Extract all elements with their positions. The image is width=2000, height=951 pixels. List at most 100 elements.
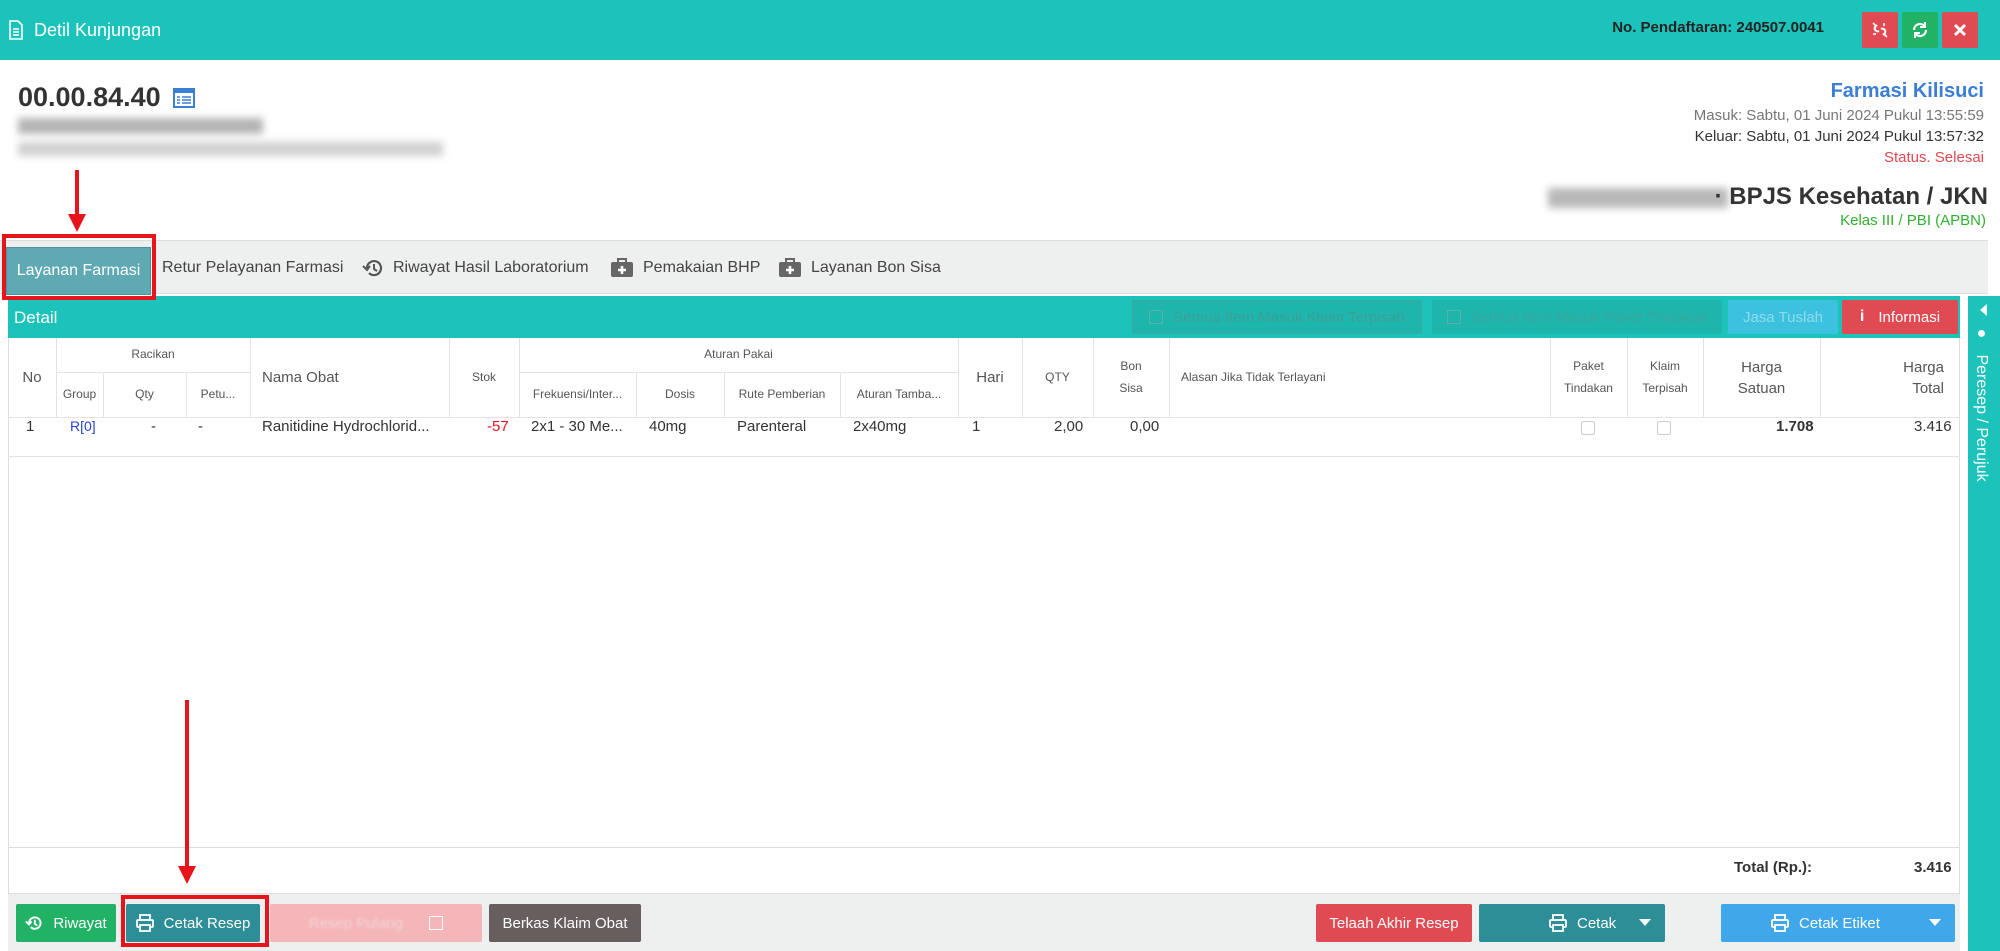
- cell-no: 1: [26, 418, 35, 435]
- caret-left-icon[interactable]: [1979, 304, 1989, 316]
- tab-retur-pelayanan-farmasi[interactable]: Retur Pelayanan Farmasi: [162, 241, 343, 294]
- side-label-text: Peresep / Perujuk: [1973, 354, 1990, 482]
- col-header-qty-racikan: Qty: [135, 387, 154, 402]
- registration-number: No. Pendaftaran: 240507.0041: [1612, 19, 1824, 36]
- resep-pulang-checkbox[interactable]: [429, 916, 444, 930]
- header-line: Total: [1912, 380, 1944, 397]
- annotation-highlight-cetak-resep: [121, 895, 269, 947]
- history-icon: [25, 916, 42, 930]
- header-line: Paket: [1573, 359, 1604, 374]
- klaim-terpisah-checkbox[interactable]: [1657, 421, 1671, 435]
- klaim-terpisah-all-button[interactable]: Semua Item Masuk Klaim Terpisah: [1132, 300, 1422, 334]
- insurance-class: Kelas III / PBI (APBN): [1840, 212, 1986, 229]
- header-line: Harga: [1741, 358, 1782, 376]
- printer-icon: [1771, 914, 1789, 932]
- header-line: Terpisah: [1642, 381, 1688, 395]
- unit-name: Farmasi Kilisuci: [1830, 80, 1984, 102]
- cell-petunjuk: -: [198, 418, 203, 435]
- col-header-bon-sisa: Bon Sisa: [1093, 338, 1169, 418]
- col-header-hari: Hari: [976, 369, 1004, 387]
- window-title: Detil Kunjungan: [34, 19, 162, 40]
- col-header-alasan: Alasan Jika Tidak Terlayani: [1181, 370, 1326, 385]
- medkit-icon: [611, 257, 633, 277]
- masuk-time: Masuk: Sabtu, 01 Juni 2024 Pukul 13:55:5…: [1693, 107, 1984, 124]
- patient-id: 00.00.84.40: [18, 82, 195, 113]
- insurance-name: · BPJS Kesehatan / JKN: [1714, 183, 1988, 210]
- user-md-icon: ●: [1973, 325, 1990, 342]
- cell-harga-satuan: 1.708: [1776, 418, 1814, 435]
- detail-header: Detail Semua Item Masuk Klaim Terpisah S…: [8, 296, 1960, 338]
- annotation-arrow-icon: [178, 700, 196, 884]
- paket-tindakan-all-button[interactable]: Semua Item Masuk Paket Tindakan: [1432, 300, 1722, 334]
- col-header-group: Group: [62, 387, 97, 402]
- col-header-rute: Rute Pemberian: [738, 387, 826, 402]
- caret-down-icon[interactable]: [1929, 919, 1941, 927]
- informasi-button[interactable]: i Informasi: [1842, 300, 1958, 334]
- total-row: [8, 848, 1960, 894]
- col-header-nama-obat: Nama Obat: [262, 369, 339, 387]
- tab-pemakaian-bhp[interactable]: Pemakaian BHP: [610, 241, 760, 294]
- klaim-all-checkbox[interactable]: [1149, 310, 1164, 324]
- cell-frekuensi: 2x1 - 30 Me...: [531, 418, 623, 435]
- riwayat-label: Riwayat: [53, 914, 107, 932]
- header-line: Tindakan: [1564, 381, 1613, 395]
- telaah-akhir-resep-button[interactable]: Telaah Akhir Resep: [1316, 904, 1472, 942]
- cell-hari: 1: [972, 418, 981, 435]
- col-header-petunjuk: Petu...: [200, 387, 236, 402]
- cetak-etiket-dropdown-button[interactable]: Cetak Etiket: [1721, 904, 1955, 942]
- resep-pulang-label: Resep Pulang: [308, 914, 404, 932]
- resep-pulang-button[interactable]: Resep Pulang: [270, 904, 482, 942]
- col-header-aturan-pakai: Aturan Pakai: [704, 347, 773, 362]
- unlink-button[interactable]: [1862, 12, 1898, 48]
- berkas-klaim-obat-button[interactable]: Berkas Klaim Obat: [489, 904, 641, 942]
- cetak-dropdown-button[interactable]: Cetak: [1479, 904, 1665, 942]
- header-line: Bon: [1120, 359, 1142, 374]
- patient-list-icon[interactable]: [172, 87, 195, 108]
- jasa-tuslah-label: Jasa Tuslah: [1742, 308, 1824, 326]
- col-header-dosis: Dosis: [664, 387, 695, 402]
- cell-dosis: 40mg: [649, 418, 687, 435]
- tab-label: Retur Pelayanan Farmasi: [162, 258, 344, 276]
- tab-layanan-bon-sisa[interactable]: Layanan Bon Sisa: [778, 241, 941, 294]
- window-titlebar: Detil Kunjungan No. Pendaftaran: 240507.…: [0, 0, 2000, 60]
- klaim-all-label: Semua Item Masuk Klaim Terpisah: [1173, 308, 1405, 326]
- tab-riwayat-hasil-laboratorium[interactable]: Riwayat Hasil Laboratorium: [362, 241, 589, 294]
- cell-stok: -57: [487, 418, 509, 435]
- annotation-highlight-tab: [2, 234, 156, 300]
- info-icon: i: [1859, 308, 1865, 325]
- patient-address-redacted: [18, 142, 443, 156]
- refresh-button[interactable]: [1902, 12, 1938, 48]
- col-header-aturan-tambahan: Aturan Tamba...: [856, 387, 942, 402]
- total-label: Total (Rp.):: [1734, 859, 1813, 876]
- paket-all-checkbox[interactable]: [1446, 310, 1461, 324]
- col-header-no: No: [22, 369, 42, 387]
- cell-nama-obat: Ranitidine Hydrochlorid...: [262, 418, 430, 435]
- patient-id-text: 00.00.84.40: [18, 82, 161, 112]
- cell-group[interactable]: R[0]: [70, 418, 96, 434]
- unlink-icon: [1872, 22, 1888, 38]
- cell-rute: Parenteral: [737, 418, 807, 435]
- document-icon: [9, 20, 23, 40]
- cetak-label: Cetak: [1577, 914, 1617, 932]
- header-line: Klaim: [1649, 359, 1680, 374]
- col-header-frekuensi: Frekuensi/Inter...: [532, 387, 623, 402]
- refresh-icon: [1912, 22, 1928, 38]
- jasa-tuslah-button[interactable]: Jasa Tuslah: [1728, 300, 1838, 334]
- berkas-klaim-label: Berkas Klaim Obat: [502, 914, 628, 932]
- annotation-arrow-icon: [68, 170, 86, 232]
- caret-down-icon[interactable]: [1639, 919, 1651, 927]
- riwayat-button[interactable]: Riwayat: [16, 904, 116, 942]
- visit-info: Farmasi Kilisuci Masuk: Sabtu, 01 Juni 2…: [1694, 80, 1984, 166]
- col-header-harga-total: Harga Total: [1820, 338, 1956, 418]
- cell-qty: 2,00: [1054, 418, 1084, 435]
- cell-aturan-tambahan: 2x40mg: [853, 418, 907, 435]
- row-divider: [8, 456, 1960, 457]
- col-header-stok: Stok: [471, 370, 496, 385]
- col-header-paket-tindakan: Paket Tindakan: [1550, 338, 1627, 418]
- close-button[interactable]: [1942, 12, 1978, 48]
- total-value: 3.416: [1914, 859, 1952, 876]
- keluar-time: Keluar: Sabtu, 01 Juni 2024 Pukul 13:57:…: [1694, 128, 1984, 145]
- cetak-etiket-label: Cetak Etiket: [1799, 914, 1880, 932]
- tab-label: Layanan Bon Sisa: [811, 258, 941, 276]
- paket-tindakan-checkbox[interactable]: [1581, 421, 1595, 435]
